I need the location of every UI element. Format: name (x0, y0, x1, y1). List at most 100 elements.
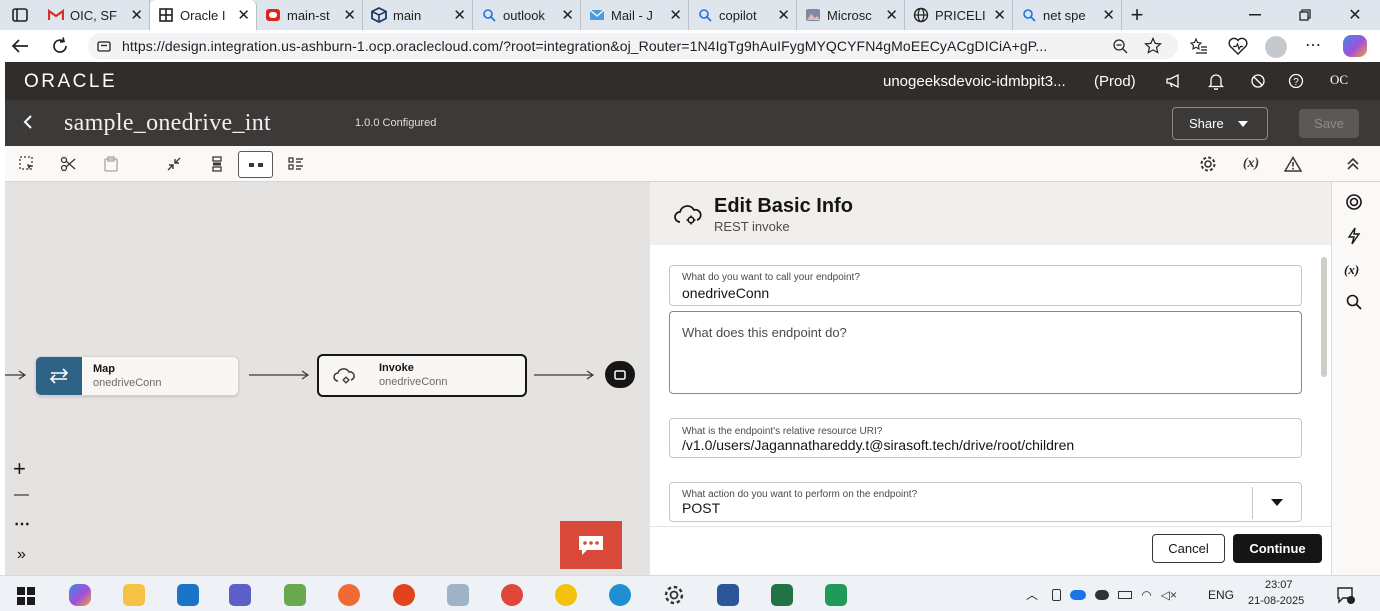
profile-avatar[interactable] (1265, 36, 1287, 58)
help-icon[interactable]: ? (1288, 73, 1304, 89)
zoom-in-button[interactable]: + (13, 456, 26, 482)
chevron-down-icon[interactable] (1271, 499, 1283, 506)
announcement-icon[interactable] (1165, 73, 1183, 89)
new-tab-icon[interactable]: + (1122, 0, 1152, 30)
close-tab-icon[interactable]: ✕ (343, 6, 356, 24)
panel-scrollbar[interactable] (1321, 257, 1327, 377)
close-tab-icon[interactable]: ✕ (453, 6, 466, 24)
browser-tab-active[interactable]: Oracle I ✕ (150, 0, 257, 30)
more-options-button[interactable]: ⋯ (14, 514, 30, 534)
excel-icon[interactable] (771, 584, 793, 606)
target-icon[interactable] (1345, 193, 1363, 211)
file-app-icon[interactable] (447, 584, 469, 606)
language-indicator[interactable]: ENG (1208, 588, 1234, 602)
endpoint-name-field[interactable]: What do you want to call your endpoint? … (669, 265, 1302, 306)
system-tray-icons[interactable]: ◠ ◁× (1052, 588, 1177, 602)
cut-icon[interactable] (56, 152, 80, 176)
back-chevron-icon[interactable] (22, 114, 34, 130)
browser-tab[interactable]: copilot ✕ (689, 0, 797, 30)
browser-tab[interactable]: PRICELI ✕ (905, 0, 1013, 30)
minimize-icon[interactable] (1240, 0, 1270, 30)
invoke-node[interactable]: Invoke onedriveConn (317, 354, 527, 397)
browser-tab[interactable]: Microsc ✕ (797, 0, 905, 30)
copilot-app-icon[interactable] (69, 584, 91, 606)
warning-icon[interactable] (1281, 152, 1305, 176)
horizontal-layout-button[interactable] (238, 151, 273, 178)
close-window-icon[interactable]: ✕ (1340, 0, 1370, 30)
zoom-out-button[interactable]: — (14, 486, 29, 503)
notification-center-icon[interactable] (1336, 586, 1356, 604)
integration-properties-icon[interactable]: (x) (1237, 152, 1265, 176)
browser-tab[interactable]: OIC, SF ✕ (40, 0, 150, 30)
norton-app-icon[interactable] (555, 584, 577, 606)
close-tab-icon[interactable]: ✕ (237, 6, 250, 24)
favorite-star-icon[interactable] (1144, 37, 1162, 55)
clock-time[interactable]: 23:07 (1265, 579, 1293, 591)
collapse-icon[interactable] (162, 152, 186, 176)
search-icon[interactable] (1346, 294, 1362, 310)
save-button[interactable]: Save (1299, 109, 1359, 138)
lightning-icon[interactable] (1347, 227, 1361, 245)
browser-tab[interactable]: main ✕ (363, 0, 473, 30)
browser-essentials-icon[interactable] (1228, 37, 1248, 55)
teams-app-icon[interactable] (229, 584, 251, 606)
close-tab-icon[interactable]: ✕ (1102, 6, 1115, 24)
close-tab-icon[interactable]: ✕ (993, 6, 1006, 24)
cancel-button[interactable]: Cancel (1152, 534, 1225, 563)
copilot-icon[interactable] (1343, 35, 1367, 57)
oracle-app-icon[interactable] (825, 584, 847, 606)
windows-start-icon[interactable] (17, 587, 35, 605)
favorites-icon[interactable] (1190, 38, 1208, 54)
close-tab-icon[interactable]: ✕ (130, 6, 143, 24)
clock-date[interactable]: 21-08-2025 (1248, 595, 1304, 607)
continue-button[interactable]: Continue (1233, 534, 1322, 563)
chrome-icon[interactable] (501, 584, 523, 606)
browser-tab[interactable]: main-st ✕ (257, 0, 363, 30)
outlook-app-icon[interactable] (177, 584, 199, 606)
oracle-logo[interactable]: ORACLE (24, 71, 117, 93)
resource-uri-field[interactable]: What is the endpoint's relative resource… (669, 418, 1302, 458)
back-icon[interactable] (10, 36, 32, 56)
paste-icon[interactable] (99, 152, 123, 176)
action-select[interactable]: What action do you want to perform on th… (669, 482, 1302, 522)
integration-canvas[interactable]: Map onedriveConn Invoke onedriveConn + —… (5, 182, 650, 575)
vertical-layout-icon[interactable] (205, 152, 229, 176)
close-tab-icon[interactable]: ✕ (777, 6, 790, 24)
image-editor-icon[interactable] (284, 584, 306, 606)
file-explorer-icon[interactable] (123, 584, 145, 606)
endpoint-description-field[interactable]: What does this endpoint do? (669, 311, 1302, 394)
edge-icon[interactable] (609, 584, 631, 606)
word-icon[interactable] (717, 584, 739, 606)
settings-gear-icon[interactable] (663, 584, 685, 606)
chat-button[interactable] (560, 521, 622, 569)
collapse-up-icon[interactable] (1341, 152, 1365, 176)
share-button[interactable]: Share (1172, 107, 1268, 140)
tab-title: outlook (503, 7, 545, 23)
expand-panel-button[interactable]: » (17, 546, 26, 564)
site-info-icon[interactable] (97, 39, 111, 53)
close-tab-icon[interactable]: ✕ (669, 6, 682, 24)
select-icon[interactable] (15, 152, 39, 176)
close-tab-icon[interactable]: ✕ (885, 6, 898, 24)
firefox-icon[interactable] (393, 584, 415, 606)
settings-gear-icon[interactable] (1196, 152, 1220, 176)
tab-actions-icon[interactable] (0, 0, 40, 30)
browser-tab[interactable]: net spe ✕ (1013, 0, 1122, 30)
browser-tab[interactable]: outlook ✕ (473, 0, 581, 30)
pencil-app-icon[interactable] (338, 584, 360, 606)
close-tab-icon[interactable]: ✕ (561, 6, 574, 24)
user-menu[interactable]: OC (1330, 72, 1348, 88)
show-hidden-icons[interactable]: ︿ (1026, 586, 1038, 603)
zoom-icon[interactable] (1112, 38, 1128, 54)
activity-icon[interactable] (1250, 73, 1266, 89)
list-layout-icon[interactable] (284, 152, 308, 176)
map-node[interactable]: Map onedriveConn (35, 356, 239, 396)
more-menu-icon[interactable]: ⋯ (1305, 35, 1321, 55)
url-bar[interactable]: https://design.integration.us-ashburn-1.… (88, 33, 1178, 59)
browser-tab[interactable]: Mail - J ✕ (581, 0, 689, 30)
restore-icon[interactable] (1290, 0, 1320, 30)
end-node[interactable] (605, 361, 635, 388)
variables-icon[interactable]: (x) (1344, 262, 1359, 278)
notifications-icon[interactable] (1208, 72, 1224, 90)
refresh-icon[interactable] (50, 36, 72, 56)
